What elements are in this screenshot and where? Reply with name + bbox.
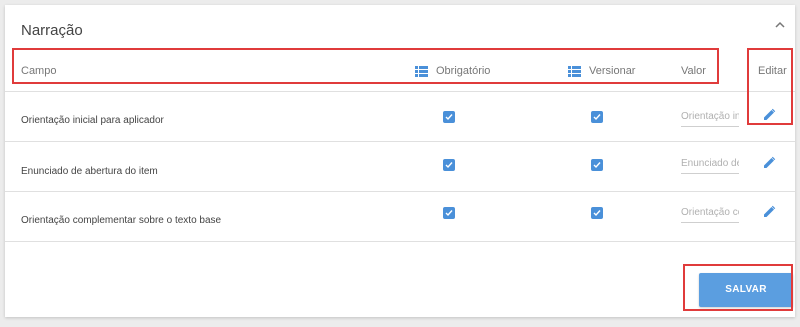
list-icon (415, 65, 428, 77)
narracao-card: Narração Campo Obrigatório Versionar Val… (5, 5, 795, 317)
valor-input[interactable]: Enunciado de abertura do item (681, 156, 739, 174)
header-campo: Campo (21, 65, 57, 77)
table-row: Orientação inicial para aplicador Orient… (5, 92, 795, 142)
versionar-checkbox[interactable] (591, 111, 603, 123)
header-versionar[interactable]: Versionar (568, 50, 635, 92)
pencil-icon[interactable] (762, 108, 778, 124)
table-row: Orientação complementar sobre o texto ba… (5, 192, 795, 242)
obrigatorio-checkbox[interactable] (443, 159, 455, 171)
obrigatorio-checkbox[interactable] (443, 207, 455, 219)
section-title: Narração (21, 22, 83, 39)
header-obrigatorio[interactable]: Obrigatório (415, 50, 490, 92)
valor-input[interactable]: Orientação complementar sobre o texto ba… (681, 205, 739, 223)
save-button[interactable]: SALVAR (699, 273, 793, 307)
header-obrigatorio-label: Obrigatório (436, 65, 491, 77)
row-label: Orientação complementar sobre o texto ba… (21, 215, 222, 226)
header-editar: Editar (758, 65, 787, 77)
pencil-icon[interactable] (762, 156, 778, 172)
list-icon (568, 65, 581, 77)
pencil-icon[interactable] (762, 205, 778, 221)
row-label: Orientação inicial para aplicador (21, 115, 164, 126)
row-label: Enunciado de abertura do item (21, 166, 158, 177)
table-row: Enunciado de abertura do item Enunciado … (5, 142, 795, 192)
table-header: Campo Obrigatório Versionar Valor Editar (5, 50, 795, 92)
versionar-checkbox[interactable] (591, 207, 603, 219)
valor-input[interactable]: Orientação inicial para aplicador (681, 109, 739, 127)
header-versionar-label: Versionar (589, 65, 636, 77)
obrigatorio-checkbox[interactable] (443, 111, 455, 123)
header-valor: Valor (681, 65, 706, 77)
versionar-checkbox[interactable] (591, 159, 603, 171)
chevron-up-icon[interactable] (775, 21, 787, 33)
